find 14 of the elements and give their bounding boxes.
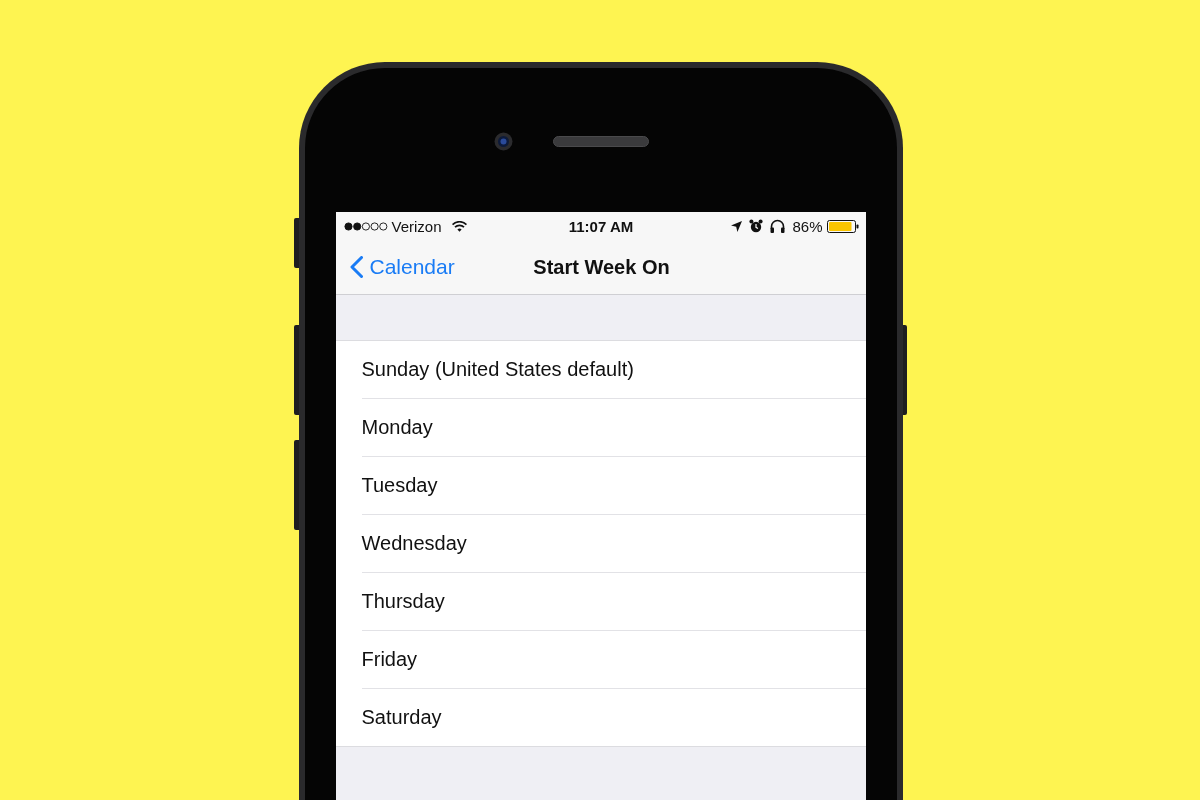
- chevron-left-icon: [349, 256, 363, 278]
- speaker-grille-icon: [553, 135, 649, 147]
- wifi-icon: [451, 220, 467, 232]
- status-time: 11:07 AM: [568, 217, 634, 235]
- carrier-name: Verizon: [391, 217, 442, 235]
- page-title: Start Week On: [533, 255, 670, 279]
- signal-dots-icon: [343, 221, 388, 231]
- battery-icon: [826, 219, 859, 233]
- back-button[interactable]: Calendar: [349, 255, 455, 279]
- alarm-clock-icon: [749, 219, 764, 233]
- location-arrow-icon: [731, 220, 743, 232]
- headphones-icon: [770, 219, 786, 233]
- battery-percent: 86%: [792, 217, 823, 235]
- camera-lens-icon: [494, 131, 513, 151]
